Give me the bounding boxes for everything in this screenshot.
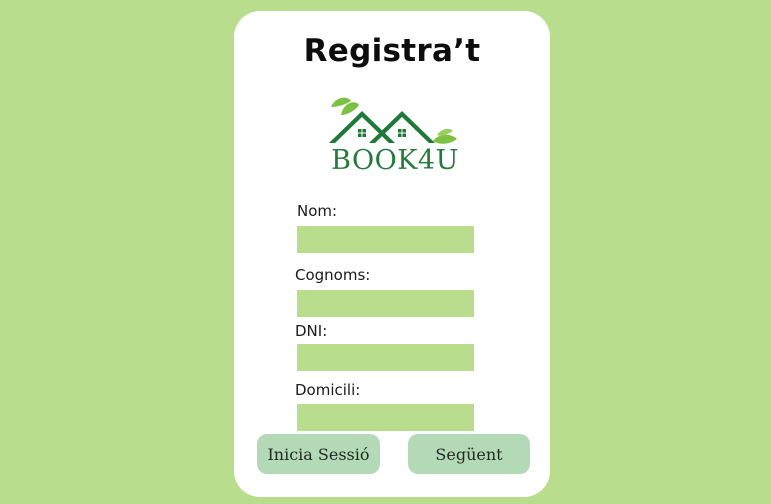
domicili-input[interactable] <box>297 404 474 431</box>
login-button[interactable]: Inicia Sessió <box>257 434 380 474</box>
houses-with-leaves-logo-icon <box>329 97 457 144</box>
cognoms-label: Cognoms: <box>295 266 371 284</box>
nom-label: Nom: <box>297 202 338 220</box>
cognoms-input[interactable] <box>297 290 474 317</box>
page-title: Registra’t <box>303 33 481 69</box>
book4u-logo: BOOK4U <box>329 93 461 183</box>
registration-card: Registra’t BOOK4U Nom: Cognoms: DNI: Dom… <box>234 11 550 497</box>
next-button[interactable]: Següent <box>408 434 530 474</box>
nom-input[interactable] <box>297 226 474 253</box>
dni-label: DNI: <box>295 322 328 340</box>
domicili-label: Domicili: <box>295 381 361 399</box>
brand-name: BOOK4U <box>331 145 459 176</box>
dni-input[interactable] <box>297 344 474 371</box>
